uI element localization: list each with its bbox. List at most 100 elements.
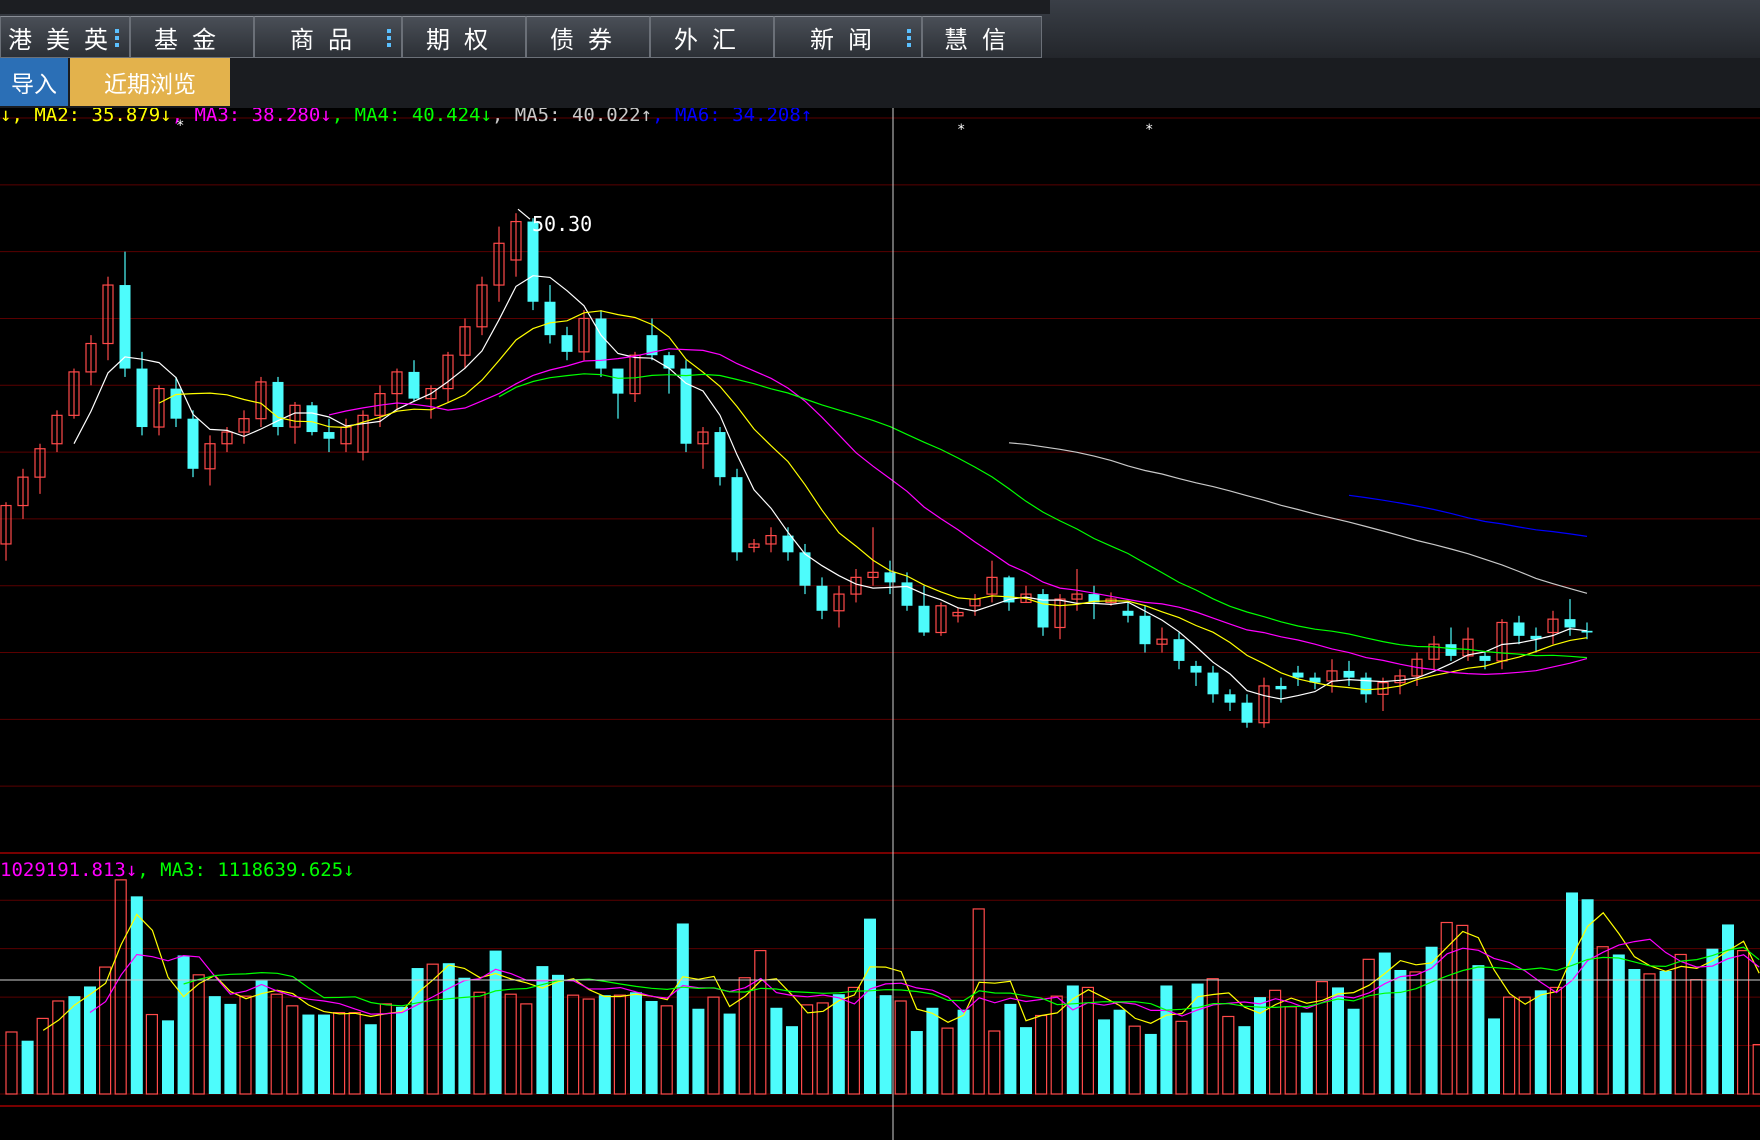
- candle: [1173, 632, 1185, 670]
- candle: [1360, 672, 1372, 703]
- stock-chart[interactable]: ↓, MA2: 35.879↓, MA3: 38.280↓, MA4: 40.4…: [0, 108, 1760, 1140]
- candle: [1292, 665, 1304, 686]
- candles: [0, 213, 1593, 728]
- tab-4[interactable]: 债券: [526, 16, 650, 58]
- volume-bar: [270, 993, 283, 1095]
- volume-bar: [786, 1026, 798, 1094]
- volume-bar: [645, 1000, 658, 1094]
- candle: [578, 310, 590, 361]
- candle: [0, 502, 12, 561]
- candle: [1547, 610, 1559, 645]
- candle-body: [612, 368, 624, 394]
- market-tabs: 港美英 基金 商品 期权 债券 外汇 新闻 慧信: [0, 16, 1042, 58]
- tab-5[interactable]: 外汇: [650, 16, 774, 58]
- candle-body: [136, 368, 148, 428]
- more-dots-icon[interactable]: [115, 29, 119, 47]
- candle-body: [1445, 644, 1457, 656]
- volume-bar: [1004, 1003, 1017, 1094]
- volume-bar: [224, 1003, 237, 1094]
- candle: [1326, 659, 1338, 693]
- volume-bar: [598, 995, 611, 1094]
- candle: [748, 538, 760, 553]
- candle: [612, 368, 624, 419]
- candle: [1156, 627, 1168, 653]
- volume-bar: [754, 950, 767, 1095]
- volume-bar: [692, 1008, 705, 1094]
- top-menu-bar: 港美英 基金 商品 期权 债券 外汇 新闻 慧信: [0, 0, 1760, 58]
- volume-bar: [770, 1007, 783, 1094]
- vol-ma1-line: [42, 911, 1760, 1031]
- volume-bar: [816, 1002, 829, 1095]
- volume-bar: [1534, 990, 1547, 1094]
- volume-bar: [504, 993, 517, 1095]
- volume-bar: [1488, 1018, 1500, 1094]
- tab-6[interactable]: 新闻: [774, 16, 922, 58]
- candle: [306, 401, 318, 436]
- candle-body: [1479, 655, 1491, 661]
- candle: [68, 368, 80, 419]
- legend-item: , MA4: 40.424↓: [332, 108, 492, 126]
- candle: [408, 360, 420, 402]
- ma6-line: [1348, 494, 1588, 537]
- volume-bar: [1144, 1033, 1157, 1094]
- candle: [34, 443, 46, 494]
- legend-item: , MA5: 40.022↑: [492, 108, 652, 126]
- marker-dot: *: [1145, 122, 1153, 138]
- volume-bar: [1113, 1009, 1126, 1094]
- tab-3[interactable]: 期权: [402, 16, 526, 58]
- candle-body: [1513, 622, 1525, 636]
- volume-bar: [582, 998, 595, 1095]
- tab-label: 期权: [426, 25, 502, 54]
- candle-body: [816, 585, 828, 611]
- volume-bar: [411, 968, 424, 1094]
- vol-ma2-line: [89, 938, 1760, 1017]
- volume-bar: [177, 955, 190, 1094]
- volume-bar: [941, 1027, 954, 1095]
- tab-1[interactable]: 基金: [130, 16, 254, 58]
- legend-item: , MA3: 38.280↓: [172, 108, 332, 126]
- candle: [289, 401, 301, 444]
- volume-bar: [84, 986, 96, 1094]
- volume-bar: [520, 1003, 533, 1095]
- tab-2[interactable]: 商品: [254, 16, 402, 58]
- volume-bar: [1659, 970, 1672, 1094]
- tab-7[interactable]: 慧信: [922, 16, 1042, 58]
- volume-bar: [286, 1005, 299, 1095]
- candle-body: [544, 301, 556, 336]
- candle: [153, 385, 165, 436]
- candle: [867, 527, 879, 586]
- candle: [170, 376, 182, 428]
- candle: [323, 418, 335, 453]
- candle: [816, 577, 828, 620]
- high-price-label: 50.30: [532, 212, 592, 236]
- volume-bar: [1066, 985, 1079, 1094]
- import-button[interactable]: 导入: [0, 58, 68, 106]
- candle-body: [1581, 630, 1593, 633]
- candle: [952, 607, 964, 623]
- volume-bar: [1472, 965, 1485, 1094]
- volume-bar: [364, 1024, 377, 1094]
- candle: [1343, 660, 1355, 686]
- candle-body: [1173, 639, 1185, 661]
- legend-item: , MA3: 1118639.625↓: [137, 859, 354, 881]
- candle-body: [323, 432, 335, 439]
- candle: [935, 602, 947, 636]
- marker-dot: *: [957, 122, 965, 138]
- volume-bar: [1674, 953, 1687, 1095]
- recent-browse-button[interactable]: 近期浏览: [70, 58, 230, 106]
- tab-0[interactable]: 港美英: [0, 16, 130, 58]
- volume-bar: [566, 994, 580, 1095]
- legend: ↓, MA2: 35.879↓, MA3: 38.280↓, MA4: 40.4…: [0, 108, 812, 126]
- volume-bar: [1160, 985, 1173, 1094]
- candle: [918, 585, 930, 636]
- candle-body: [1122, 610, 1134, 616]
- candle: [1207, 665, 1219, 703]
- volume-bar: [1300, 1012, 1313, 1094]
- volume-bar: [800, 1004, 814, 1095]
- more-dots-icon[interactable]: [907, 29, 911, 47]
- candle: [561, 326, 573, 361]
- volume-bar: [130, 896, 143, 1094]
- tab-label: 港美英: [8, 25, 122, 54]
- candle: [1241, 694, 1253, 728]
- more-dots-icon[interactable]: [387, 29, 391, 47]
